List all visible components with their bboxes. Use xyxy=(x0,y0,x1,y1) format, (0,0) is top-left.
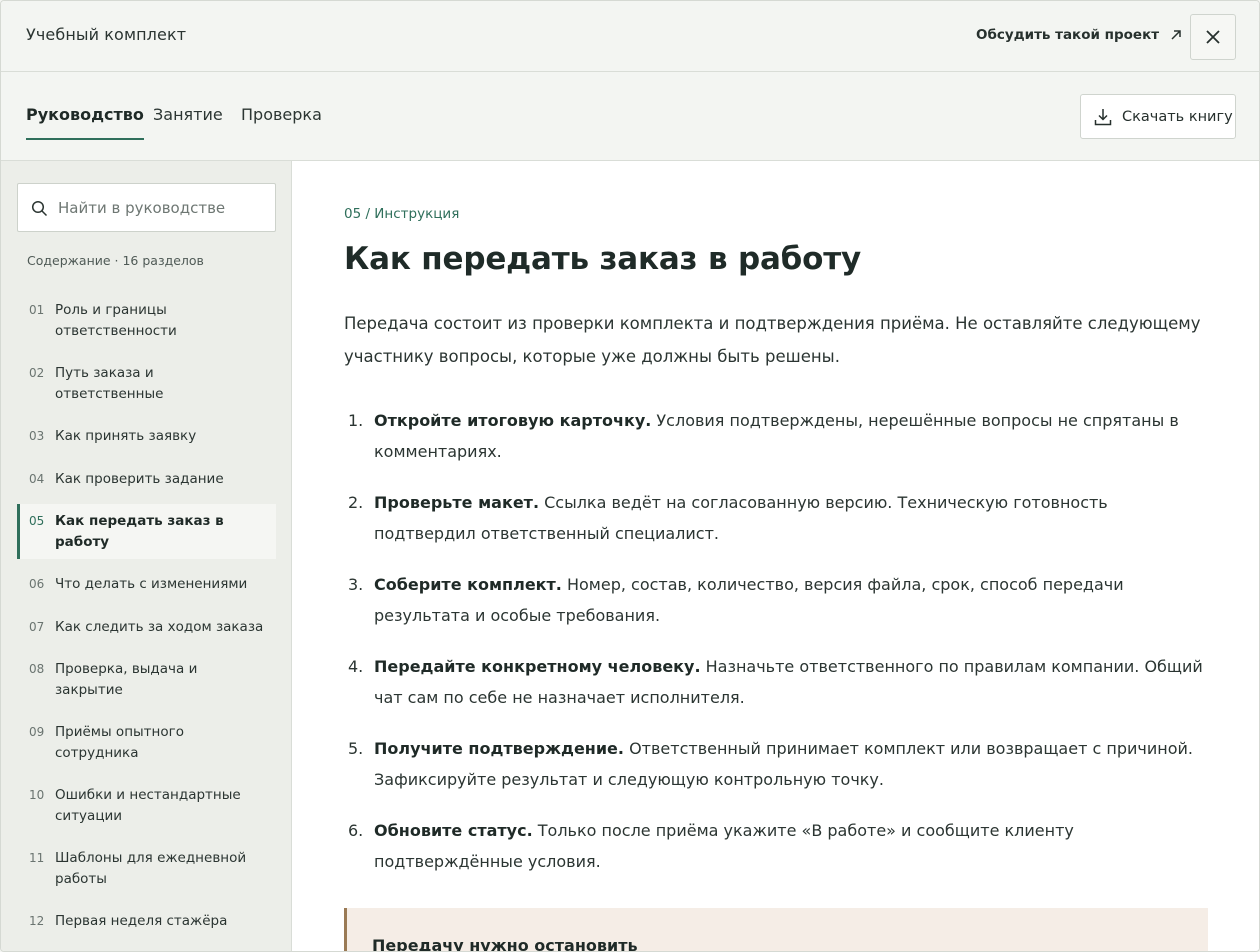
toc-item-label: Шаблоны для ежедневной работы xyxy=(55,850,247,887)
step-number: 3. xyxy=(348,575,364,594)
toc-item-number: 02 xyxy=(29,366,45,380)
tab-lesson[interactable]: Занятие xyxy=(153,105,223,140)
step-title: Проверьте макет. xyxy=(374,493,540,512)
step-item: 2. Проверьте макет. Ссылка ведёт на согла… xyxy=(344,487,1214,549)
toc-item-label: Как следить за ходом заказа xyxy=(55,618,264,635)
toc-item-number: 08 xyxy=(29,662,45,676)
toc-item-number: 03 xyxy=(29,429,45,443)
toc-item-label: Как передать заказ в работу xyxy=(55,513,224,550)
toc-item[interactable]: 11 Шаблоны для ежедневной работы xyxy=(17,841,276,896)
toc-item-number: 04 xyxy=(29,471,45,486)
toc-item-number: 01 xyxy=(29,303,45,317)
toc-item-number: 12 xyxy=(29,914,45,928)
step-number: 5. xyxy=(348,739,364,758)
toc-item[interactable]: 07 Как следить за ходом заказа xyxy=(17,610,276,645)
app-window: Учебный комплект Обсудить такой проект Р… xyxy=(0,0,1260,952)
toc-item[interactable]: 03 Как принять заявку xyxy=(17,419,276,454)
tab-guide[interactable]: Руководство xyxy=(26,105,144,140)
toc-item-number: 09 xyxy=(29,725,45,739)
toc-item-number: 11 xyxy=(29,851,45,865)
close-button[interactable] xyxy=(1190,14,1236,60)
step-item: 6. Обновите статус. Только после приёма у… xyxy=(344,815,1214,877)
search-icon xyxy=(31,200,48,217)
toc-item[interactable]: 06 Что делать с изменениями xyxy=(17,567,276,602)
main-content: 05 / Инструкция Как передать заказ в раб… xyxy=(292,161,1259,952)
toc-item-label: Как проверить задание xyxy=(55,470,224,487)
toc-item[interactable]: 02 Путь заказа и ответственные xyxy=(17,356,276,411)
toc-item-number: 10 xyxy=(29,788,45,802)
app-title: Учебный комплект xyxy=(26,25,187,44)
breadcrumb: 05 / Инструкция xyxy=(344,206,460,222)
step-item: 1. Откройте итоговую карточку. Условия по… xyxy=(344,405,1214,467)
tab-check[interactable]: Проверка xyxy=(241,105,322,140)
step-title: Откройте итоговую карточку. xyxy=(374,411,652,430)
download-book-button[interactable]: Скачать книгу xyxy=(1080,94,1236,139)
warning-callout: Передачу нужно остановить xyxy=(344,908,1208,952)
toc-item[interactable]: 08 Проверка, выдача и закрытие xyxy=(17,652,276,707)
top-header: Учебный комплект Обсудить такой проект xyxy=(1,1,1259,72)
step-number: 4. xyxy=(348,657,364,676)
step-title: Обновите статус. xyxy=(374,821,533,840)
toc-item-label: Приёмы опытного сотрудника xyxy=(55,724,184,761)
sidebar: Содержание · 16 разделов 01 Роль и границ… xyxy=(1,161,292,951)
step-title: Соберите комплект. xyxy=(374,575,562,594)
toc-item-number: 06 xyxy=(29,577,45,591)
arrow-up-right-icon xyxy=(1171,30,1181,40)
step-item: 3. Соберите комплект. Номер, состав, коли… xyxy=(344,569,1214,631)
steps-list: 1. Откройте итоговую карточку. Условия по… xyxy=(344,405,1214,897)
step-title: Передайте конкретному человеку. xyxy=(374,657,701,676)
table-of-contents: 01 Роль и границы ответственности 02 Путь … xyxy=(17,293,276,947)
toc-item-label: Как принять заявку xyxy=(55,428,197,444)
toc-item-label: Путь заказа и ответственные xyxy=(55,365,164,402)
toc-caption: Содержание · 16 разделов xyxy=(27,253,204,268)
lead-paragraph: Передача состоит из проверки комплекта и… xyxy=(344,314,1201,366)
discuss-label: Обсудить такой проект xyxy=(976,27,1160,43)
callout-title: Передачу нужно остановить xyxy=(372,936,638,952)
toc-item-number: 05 xyxy=(29,514,45,528)
download-label: Скачать книгу xyxy=(1122,108,1233,125)
step-item: 4. Передайте конкретному человеку. Назнач… xyxy=(344,651,1214,713)
toc-item-active[interactable]: 05 Как передать заказ в работу xyxy=(17,504,276,559)
toc-item[interactable]: 10 Ошибки и нестандартные ситуации xyxy=(17,778,276,833)
search-box xyxy=(17,183,276,232)
step-number: 2. xyxy=(348,493,364,512)
toc-item-label: Что делать с изменениями xyxy=(55,576,248,592)
toc-item-label: Проверка, выдача и закрытие xyxy=(55,661,198,698)
step-item: 5. Получите подтверждение. Ответственный … xyxy=(344,733,1214,795)
toc-item-label: Первая неделя стажёра xyxy=(55,913,228,929)
toc-item[interactable]: 12 Первая неделя стажёра xyxy=(17,904,276,939)
toc-item-label: Роль и границы ответственности xyxy=(55,302,177,339)
discuss-project-link[interactable]: Обсудить такой проект xyxy=(976,27,1182,43)
page-title: Как передать заказ в работу xyxy=(344,241,861,277)
step-number: 6. xyxy=(348,821,364,840)
step-number: 1. xyxy=(348,411,364,430)
download-icon xyxy=(1094,108,1112,125)
tab-bar: Руководство Занятие Проверка Скачать кни… xyxy=(1,72,1259,161)
toc-item[interactable]: 01 Роль и границы ответственности xyxy=(17,293,276,348)
toc-item[interactable]: 09 Приёмы опытного сотрудника xyxy=(17,715,276,770)
toc-item[interactable]: 04 Как проверить задание xyxy=(17,462,276,497)
toc-item-label: Ошибки и нестандартные ситуации xyxy=(55,787,241,824)
toc-item-number: 07 xyxy=(29,619,45,634)
search-input[interactable] xyxy=(58,184,268,231)
step-title: Получите подтверждение. xyxy=(374,739,624,758)
close-icon xyxy=(1206,30,1220,44)
